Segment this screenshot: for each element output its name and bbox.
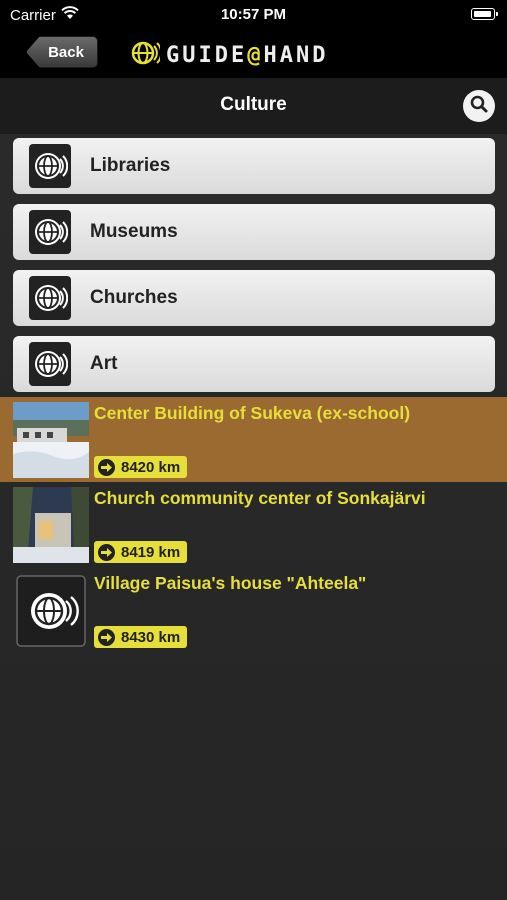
distance-value: 8419 km [121,543,181,561]
battery-icon [471,8,498,20]
distance-badge: 8430 km [94,626,188,648]
status-bar: Carrier 10:57 PM [0,0,507,30]
place-name: Church community center of Sonkajärvi [94,488,426,508]
logo-text-at: @ [247,43,264,68]
status-time: 10:57 PM [220,6,287,23]
search-button[interactable] [463,90,495,122]
guide-globe-icon [29,276,71,320]
category-label: Art [90,353,118,374]
distance-value: 8430 km [121,628,181,646]
arrow-right-icon [98,543,115,561]
place-name: Village Paisua's house "Ahteela" [94,573,367,593]
category-item-libraries[interactable]: Libraries [13,138,495,194]
category-label: Libraries [90,155,171,176]
title-bar: Culture [0,78,507,134]
guide-globe-icon [29,210,71,254]
place-item[interactable]: Church community center of Sonkajärvi 84… [0,482,507,567]
distance-badge: 8419 km [94,541,188,563]
guide-globe-icon [29,342,71,386]
arrow-right-icon [98,628,115,646]
distance-badge: 8420 km [94,456,188,478]
category-item-art[interactable]: Art [13,336,495,392]
guide-globe-icon [13,572,89,648]
arrow-right-icon [98,458,115,476]
distance-value: 8420 km [121,458,181,476]
category-list: Libraries Museums Churches Art [13,138,495,402]
logo-globe-icon [130,38,163,73]
logo-text-hand: HAND [263,43,329,68]
place-item[interactable]: Village Paisua's house "Ahteela" 8430 km [0,567,507,652]
place-list: Center Building of Sukeva (ex-school) 84… [0,397,507,652]
place-item[interactable]: Center Building of Sukeva (ex-school) 84… [0,397,507,482]
guide-at-hand-logo: GUIDE@HAND [130,38,328,73]
page-title: Culture [220,94,287,115]
category-item-churches[interactable]: Churches [13,270,495,326]
category-label: Museums [90,221,178,242]
place-name: Center Building of Sukeva (ex-school) [94,403,411,423]
snow-building-photo [13,402,89,478]
category-item-museums[interactable]: Museums [13,204,495,260]
guide-globe-icon [29,144,71,188]
logo-text: GUIDE@HAND [166,43,328,68]
church-building-photo [13,487,89,563]
logo-text-guide: GUIDE [166,43,248,68]
category-label: Churches [90,287,178,308]
back-button[interactable]: Back [26,36,98,68]
top-bar: Back GUIDE@HAND [0,30,507,78]
search-icon [469,94,489,119]
